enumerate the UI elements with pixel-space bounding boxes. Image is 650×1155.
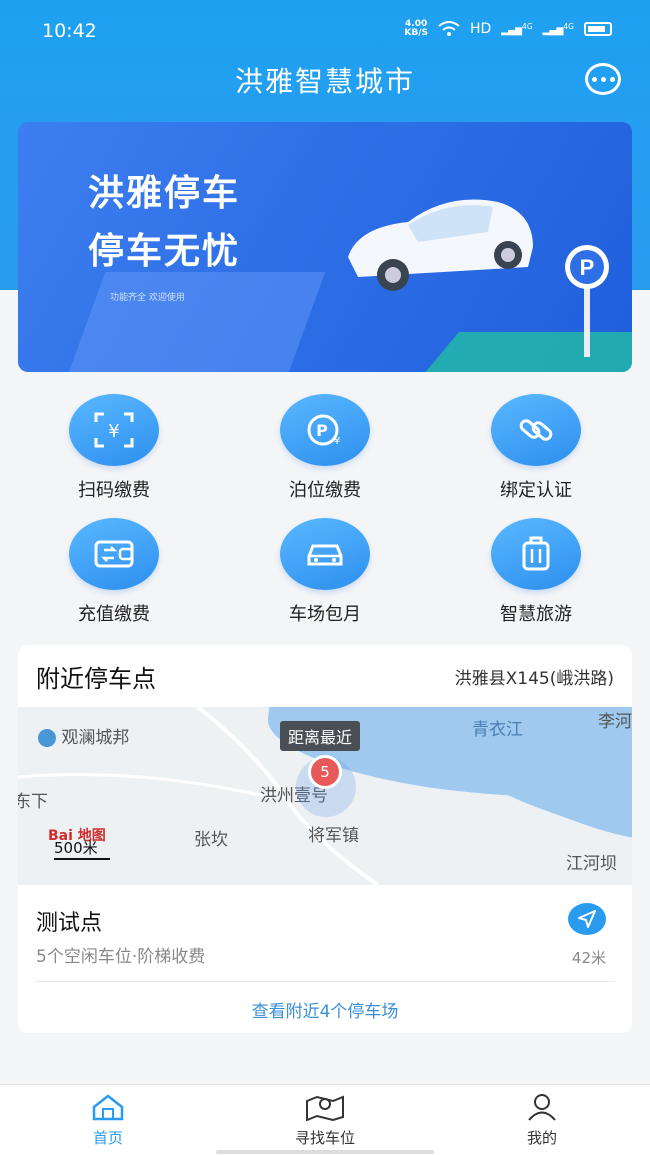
battery-icon <box>584 22 612 36</box>
svg-text:P: P <box>580 255 595 280</box>
service-berth-pay[interactable]: P ¥ 泊位缴费 <box>255 394 395 502</box>
map-scale: 500米 <box>54 837 110 860</box>
service-label: 车场包月 <box>289 604 361 625</box>
service-label: 泊位缴费 <box>289 480 361 501</box>
app-title: 洪雅智慧城市 <box>234 65 415 98</box>
svg-text:¥: ¥ <box>334 436 340 447</box>
lot-name[interactable]: 测试点 <box>36 905 102 937</box>
lot-distance: 42米 <box>571 949 606 967</box>
nearby-title: 附近停车点 <box>36 665 156 693</box>
hd-label: HD <box>469 21 492 37</box>
home-indicator <box>216 1150 434 1154</box>
wallet-icon <box>69 518 159 590</box>
service-label: 绑定认证 <box>500 480 572 501</box>
divider <box>36 981 614 982</box>
signal-icon-2: ▂▄▆4G <box>542 22 574 36</box>
poi-home-icon <box>38 729 56 747</box>
parking-yuan-icon: P ¥ <box>280 394 370 466</box>
svg-text:P: P <box>316 421 328 440</box>
banner-slogan: 停车无忧 <box>88 231 241 272</box>
status-time: 10:42 <box>42 20 97 42</box>
nearby-parking-card: 附近停车点 洪雅县X145(峨洪路) 观澜城邦 青衣江 李河 东下 洪州壹号 张… <box>18 645 632 1033</box>
service-label: 扫码缴费 <box>78 480 150 501</box>
parking-pin[interactable]: 5 <box>308 755 342 789</box>
status-bar: 10:42 4.00 KB/S HD ▂▄▆4G ▂▄▆4G <box>0 0 650 60</box>
view-more-link[interactable]: 查看附近4个停车场 <box>18 997 632 1022</box>
scan-yuan-icon: ¥ <box>69 394 159 466</box>
user-icon <box>528 1094 556 1121</box>
map-label: 将军镇 <box>308 826 359 846</box>
map-label: 青衣江 <box>472 720 523 740</box>
svg-text:¥: ¥ <box>108 421 119 442</box>
banner[interactable]: 洪雅停车 停车无忧 功能齐全 欢迎使用 P <box>18 122 632 372</box>
wifi-icon <box>438 21 460 36</box>
tab-bar: 首页 寻找车位 我的 <box>0 1084 650 1155</box>
status-icons: 4.00 KB/S HD ▂▄▆4G ▂▄▆4G <box>404 20 612 38</box>
tab-mine[interactable]: 我的 <box>482 1093 602 1148</box>
map-pin-icon <box>306 1095 344 1122</box>
service-label: 智慧旅游 <box>500 604 572 625</box>
tab-home[interactable]: 首页 <box>48 1093 168 1148</box>
current-location[interactable]: 洪雅县X145(峨洪路) <box>455 664 614 689</box>
navigate-icon[interactable] <box>568 903 606 935</box>
banner-headline: 洪雅停车 <box>88 173 241 214</box>
service-bind-auth[interactable]: 绑定认证 <box>466 394 606 502</box>
chat-bubble-icon[interactable] <box>585 63 621 95</box>
service-recharge[interactable]: 充值缴费 <box>44 518 184 626</box>
car-icon <box>280 518 370 590</box>
service-tourism[interactable]: 智慧旅游 <box>466 518 606 626</box>
map-label: 李河 <box>598 712 632 732</box>
service-monthly[interactable]: 车场包月 <box>255 518 395 626</box>
map-view[interactable]: 观澜城邦 青衣江 李河 东下 洪州壹号 张坎 将军镇 江河坝 距离最近 5 Ba… <box>18 707 632 885</box>
map-label: 江河坝 <box>566 854 617 874</box>
network-speed: 4.00 KB/S <box>404 19 428 38</box>
service-scan-pay[interactable]: ¥ 扫码缴费 <box>44 394 184 502</box>
parking-sign-icon: P <box>565 245 609 357</box>
home-icon <box>92 1094 124 1121</box>
link-icon <box>491 394 581 466</box>
car-illustration <box>348 199 533 291</box>
tab-find-parking[interactable]: 寻找车位 <box>265 1093 385 1148</box>
signal-icon: ▂▄▆4G <box>501 22 533 36</box>
service-label: 充值缴费 <box>78 604 150 625</box>
map-label: 东下 <box>18 792 48 812</box>
lot-info: 5个空闲车位·阶梯收费 <box>36 947 206 967</box>
map-label: 张坎 <box>194 830 228 850</box>
map-label: 观澜城邦 <box>38 723 129 748</box>
banner-decoration <box>50 272 326 372</box>
nearest-callout: 距离最近 <box>280 721 361 751</box>
banner-subtitle: 功能齐全 欢迎使用 <box>110 293 185 303</box>
luggage-icon <box>491 518 581 590</box>
